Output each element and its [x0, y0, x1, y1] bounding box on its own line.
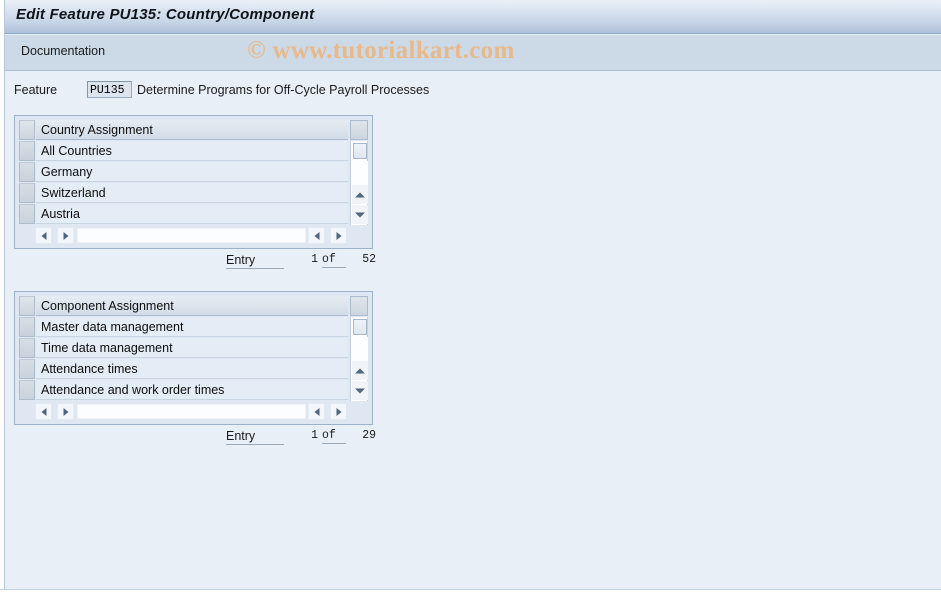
column-header-component-assignment[interactable]: Component Assignment — [36, 296, 348, 316]
table-row[interactable]: Attendance and work order times — [19, 380, 368, 401]
scroll-left-arrow-icon — [314, 407, 319, 416]
sap-application-window: Edit Feature PU135: Country/Component Do… — [0, 0, 941, 593]
grid-corner-button[interactable] — [350, 296, 368, 316]
window-bottom-border — [0, 589, 941, 593]
scroll-down-arrow-icon — [355, 212, 365, 217]
vertical-scrollbar[interactable] — [350, 317, 368, 401]
scroll-up-arrow-icon — [355, 368, 365, 373]
feature-row: Feature PU135 Determine Programs for Off-C… — [14, 81, 429, 101]
scroll-left-button[interactable] — [35, 403, 52, 420]
component-assignment-grid: Component Assignment Master data managem… — [19, 296, 368, 401]
scroll-down-button[interactable] — [352, 381, 368, 400]
window-left-border — [0, 0, 5, 593]
feature-description: Determine Programs for Off-Cycle Payroll… — [137, 82, 430, 97]
row-select-button[interactable] — [19, 338, 35, 358]
scroll-up-button[interactable] — [352, 361, 368, 380]
row-select-button[interactable] — [19, 141, 35, 161]
scroll-right-button[interactable] — [57, 403, 74, 420]
vertical-scrollbar[interactable] — [350, 141, 368, 225]
vertical-scrollbar-track[interactable] — [352, 337, 368, 361]
horizontal-scrollbar-row — [19, 402, 368, 421]
vertical-scrollbar-track[interactable] — [352, 161, 368, 185]
column-header-country-assignment[interactable]: Country Assignment — [36, 120, 348, 140]
component-assignment-table: Component Assignment Master data managem… — [14, 291, 373, 425]
application-toolbar: Documentation — [0, 35, 941, 71]
scroll-down-button[interactable] — [352, 205, 368, 224]
row-label[interactable]: Germany — [36, 162, 348, 182]
country-entry-status: Entry 1 of 52 — [226, 253, 376, 271]
header-select-all-button[interactable] — [19, 120, 35, 140]
horizontal-scrollbar-track[interactable] — [77, 404, 306, 419]
country-assignment-table: Country Assignment All Countries Germany… — [14, 115, 373, 249]
scroll-right-arrow-icon — [336, 231, 341, 240]
vertical-scrollbar-thumb[interactable] — [353, 143, 367, 159]
scroll-right-arrow-icon — [336, 407, 341, 416]
entry-total: 52 — [362, 253, 376, 266]
table-row[interactable]: Germany — [19, 162, 368, 183]
entry-total: 29 — [362, 429, 376, 442]
table-row[interactable]: Austria — [19, 204, 368, 225]
scroll-down-arrow-icon — [355, 388, 365, 393]
table-row[interactable]: Attendance times — [19, 359, 368, 380]
table-row[interactable]: Switzerland — [19, 183, 368, 204]
scroll-left-button[interactable] — [35, 227, 52, 244]
table-row[interactable]: All Countries — [19, 141, 368, 162]
table-row[interactable]: Time data management — [19, 338, 368, 359]
country-assignment-block: Country Assignment All Countries Germany… — [14, 115, 376, 269]
table-header-row: Component Assignment — [19, 296, 368, 317]
grid-corner-button[interactable] — [350, 120, 368, 140]
row-select-button[interactable] — [19, 359, 35, 379]
entry-of-label: of — [322, 429, 346, 444]
scroll-left-arrow-icon — [41, 231, 46, 240]
feature-label: Feature — [14, 82, 58, 97]
row-label[interactable]: Austria — [36, 204, 348, 224]
scroll-left-button-secondary[interactable] — [308, 227, 325, 244]
window-titlebar: Edit Feature PU135: Country/Component — [0, 0, 941, 34]
documentation-button[interactable]: Documentation — [21, 44, 105, 58]
horizontal-scrollbar-row — [19, 226, 368, 245]
main-content-area: Feature PU135 Determine Programs for Off-C… — [6, 72, 941, 589]
scroll-left-button-secondary[interactable] — [308, 403, 325, 420]
entry-of-label: of — [322, 253, 346, 268]
table-row[interactable]: Master data management — [19, 317, 368, 338]
row-select-button[interactable] — [19, 162, 35, 182]
scroll-right-arrow-icon — [63, 407, 68, 416]
entry-current: 1 — [311, 253, 318, 266]
scroll-up-button[interactable] — [352, 185, 368, 204]
row-label[interactable]: Attendance times — [36, 359, 348, 379]
entry-label: Entry — [226, 429, 284, 445]
row-label[interactable]: Master data management — [36, 317, 348, 337]
row-select-button[interactable] — [19, 204, 35, 224]
row-label[interactable]: All Countries — [36, 141, 348, 161]
scroll-left-arrow-icon — [314, 231, 319, 240]
row-select-button[interactable] — [19, 317, 35, 337]
row-label[interactable]: Time data management — [36, 338, 348, 358]
window-title: Edit Feature PU135: Country/Component — [16, 6, 315, 23]
scroll-right-arrow-icon — [63, 231, 68, 240]
horizontal-scrollbar-track[interactable] — [77, 228, 306, 243]
feature-input[interactable]: PU135 — [87, 81, 132, 98]
component-assignment-block: Component Assignment Master data managem… — [14, 291, 376, 445]
scroll-left-arrow-icon — [41, 407, 46, 416]
scroll-right-button-secondary[interactable] — [330, 227, 347, 244]
header-select-all-button[interactable] — [19, 296, 35, 316]
row-select-button[interactable] — [19, 380, 35, 400]
table-header-row: Country Assignment — [19, 120, 368, 141]
scroll-up-arrow-icon — [355, 192, 365, 197]
component-entry-status: Entry 1 of 29 — [226, 429, 376, 447]
scroll-right-button[interactable] — [57, 227, 74, 244]
row-label[interactable]: Switzerland — [36, 183, 348, 203]
scroll-right-button-secondary[interactable] — [330, 403, 347, 420]
country-assignment-grid: Country Assignment All Countries Germany… — [19, 120, 368, 225]
entry-current: 1 — [311, 429, 318, 442]
row-select-button[interactable] — [19, 183, 35, 203]
vertical-scrollbar-thumb[interactable] — [353, 319, 367, 335]
row-label[interactable]: Attendance and work order times — [36, 380, 348, 400]
entry-label: Entry — [226, 253, 284, 269]
